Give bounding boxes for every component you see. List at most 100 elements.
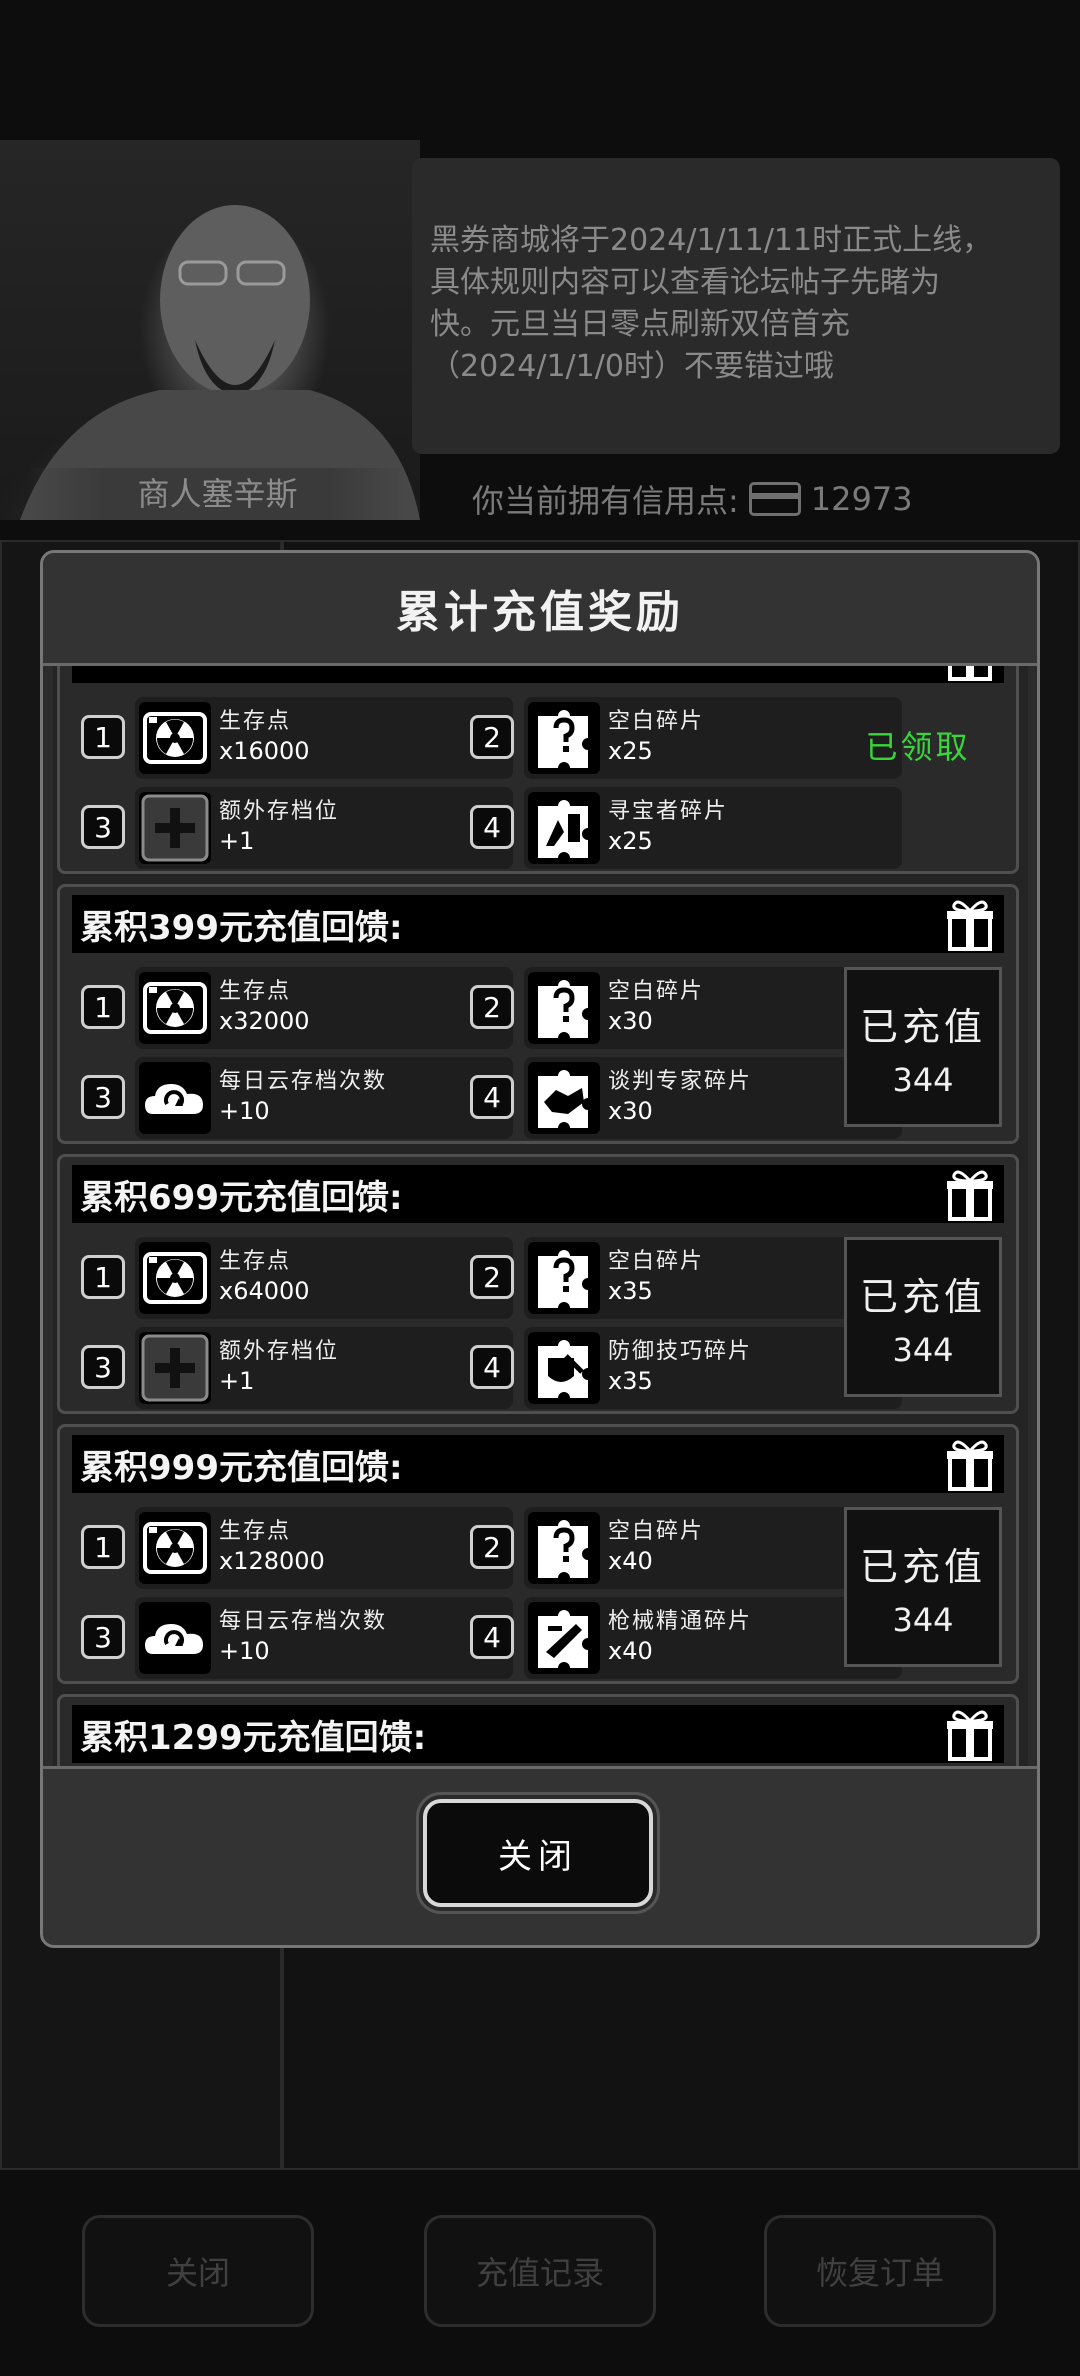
reward-quantity: x25 bbox=[608, 737, 653, 765]
reward-item[interactable]: 1 生存点 x64000 bbox=[81, 1237, 513, 1319]
reward-quantity: +10 bbox=[219, 1637, 270, 1665]
reward-name: 防御技巧碎片 bbox=[608, 1339, 753, 1364]
reward-name: 每日云存档次数 bbox=[219, 1069, 388, 1094]
reward-quantity: x128000 bbox=[219, 1547, 325, 1575]
reward-name: 空白碎片 bbox=[608, 979, 705, 1004]
reward-name: 寻宝者碎片 bbox=[608, 799, 729, 824]
close-button[interactable]: 关闭 bbox=[423, 1799, 653, 1907]
gift-icon[interactable] bbox=[944, 666, 996, 681]
reward-index-badge: 3 bbox=[81, 1345, 125, 1389]
puzzle-question-icon bbox=[528, 1242, 600, 1314]
reward-name: 额外存档位 bbox=[219, 799, 340, 824]
reward-name: 生存点 bbox=[219, 1249, 292, 1274]
modal-title: 累计充值奖励 bbox=[43, 553, 1037, 666]
recharge-history-button: 充值记录 bbox=[424, 2215, 656, 2327]
cumulative-recharge-modal: 累计充值奖励 1 生存点 x16000 2 空白碎片 x25 3 额外存档位 +1 4 寻宝者碎片 x… bbox=[40, 550, 1040, 1948]
puzzle-handshake-icon bbox=[528, 1062, 600, 1134]
reward-name: 每日云存档次数 bbox=[219, 1609, 388, 1634]
reward-quantity: x30 bbox=[608, 1097, 653, 1125]
tier-title: 累积1299元充值回馈: bbox=[72, 1705, 1004, 1763]
radiation-icon bbox=[139, 702, 211, 774]
merchant-portrait bbox=[0, 140, 420, 520]
radiation-icon bbox=[139, 1242, 211, 1314]
reward-quantity: x25 bbox=[608, 827, 653, 855]
reward-tier-list[interactable]: 1 生存点 x16000 2 空白碎片 x25 3 额外存档位 +1 4 寻宝者碎片 x25 已领取累积… bbox=[53, 666, 1028, 1766]
reward-quantity: x40 bbox=[608, 1547, 653, 1575]
reward-name: 空白碎片 bbox=[608, 1519, 705, 1544]
recharge-status-box[interactable]: 已充值 344 bbox=[844, 1507, 1002, 1667]
recharge-amount: 344 bbox=[892, 1060, 954, 1099]
reward-tier-card: 累积699元充值回馈: 1 生存点 x64000 2 空白碎片 x35 3 额外存档位 +1 4 防御… bbox=[57, 1154, 1019, 1414]
reward-item[interactable]: 4 寻宝者碎片 x25 bbox=[470, 787, 902, 869]
announcement-line: 快。元旦当日零点刷新双倍首充 bbox=[430, 307, 850, 342]
credit-value: 12973 bbox=[810, 480, 913, 518]
puzzle-gun-icon bbox=[528, 1602, 600, 1674]
reward-name: 谈判专家碎片 bbox=[608, 1069, 753, 1094]
gift-icon[interactable] bbox=[944, 1707, 996, 1761]
reward-index-badge: 1 bbox=[81, 1255, 125, 1299]
plus-slot-icon bbox=[139, 1332, 211, 1404]
cloud-sync-icon bbox=[139, 1062, 211, 1134]
recharge-status-box[interactable]: 已充值 344 bbox=[844, 967, 1002, 1127]
tier-title bbox=[72, 666, 1004, 683]
tier-title-text: 累积1299元充值回馈: bbox=[80, 1717, 427, 1758]
reward-quantity: x16000 bbox=[219, 737, 310, 765]
puzzle-shield-icon bbox=[528, 1332, 600, 1404]
announcement-line: 具体规则内容可以查看论坛帖子先睹为 bbox=[430, 265, 940, 300]
modal-footer: 关闭 bbox=[43, 1766, 1037, 1945]
announcement-box: 黑券商城将于2024/1/11/11时正式上线， 具体规则内容可以查看论坛帖子先… bbox=[412, 158, 1060, 454]
gift-icon[interactable] bbox=[944, 897, 996, 951]
merchant-face-icon bbox=[20, 205, 420, 520]
gift-icon[interactable] bbox=[944, 1437, 996, 1491]
announcement-line: 黑券商城将于2024/1/11/11时正式上线， bbox=[430, 223, 993, 258]
recharge-amount: 344 bbox=[892, 1330, 954, 1369]
reward-index-badge: 1 bbox=[81, 715, 125, 759]
reward-index-badge: 2 bbox=[470, 1525, 514, 1569]
reward-item[interactable]: 1 生存点 x32000 bbox=[81, 967, 513, 1049]
reward-item[interactable]: 3 每日云存档次数 +10 bbox=[81, 1597, 513, 1679]
reward-index-badge: 3 bbox=[81, 1075, 125, 1119]
reward-index-badge: 1 bbox=[81, 1525, 125, 1569]
reward-name: 生存点 bbox=[219, 709, 292, 734]
radiation-icon bbox=[139, 1512, 211, 1584]
credit-balance: 你当前拥有信用点: 12973 bbox=[472, 476, 913, 522]
recharge-status-box[interactable]: 已充值 344 bbox=[844, 1237, 1002, 1397]
reward-quantity: x40 bbox=[608, 1637, 653, 1665]
reward-index-badge: 2 bbox=[470, 1255, 514, 1299]
reward-index-badge: 4 bbox=[470, 1075, 514, 1119]
reward-index-badge: 3 bbox=[81, 1615, 125, 1659]
reward-index-badge: 1 bbox=[81, 985, 125, 1029]
reward-item[interactable]: 3 额外存档位 +1 bbox=[81, 1327, 513, 1409]
reward-item[interactable]: 1 生存点 x128000 bbox=[81, 1507, 513, 1589]
reward-index-badge: 2 bbox=[470, 985, 514, 1029]
gift-icon[interactable] bbox=[944, 1167, 996, 1221]
reward-index-badge: 4 bbox=[470, 1345, 514, 1389]
tier-title-text: 累积699元充值回馈: bbox=[80, 1177, 403, 1218]
merchant-name: 商人塞辛斯 bbox=[30, 468, 405, 520]
puzzle-question-icon bbox=[528, 702, 600, 774]
tier-title: 累积999元充值回馈: bbox=[72, 1435, 1004, 1493]
reward-item[interactable]: 3 每日云存档次数 +10 bbox=[81, 1057, 513, 1139]
reward-quantity: +1 bbox=[219, 827, 255, 855]
recharge-amount: 344 bbox=[892, 1600, 954, 1639]
claimed-status: 已领取 bbox=[865, 728, 971, 766]
reward-index-badge: 4 bbox=[470, 1615, 514, 1659]
reward-quantity: +10 bbox=[219, 1097, 270, 1125]
announcement-line: （2024/1/1/0时）不要错过哦 bbox=[430, 349, 834, 384]
reward-tier-card: 1 生存点 x16000 2 空白碎片 x25 3 额外存档位 +1 4 寻宝者碎片 x25 已领取 bbox=[57, 666, 1019, 874]
tier-title-text: 累积399元充值回馈: bbox=[80, 907, 403, 948]
credit-card-icon bbox=[748, 482, 801, 516]
reward-item[interactable]: 3 额外存档位 +1 bbox=[81, 787, 513, 869]
reward-name: 生存点 bbox=[219, 979, 292, 1004]
reward-quantity: x30 bbox=[608, 1007, 653, 1035]
plus-slot-icon bbox=[139, 792, 211, 864]
reward-quantity: x64000 bbox=[219, 1277, 310, 1305]
puzzle-treasure-icon bbox=[528, 792, 600, 864]
reward-name: 额外存档位 bbox=[219, 1339, 340, 1364]
restore-order-button: 恢复订单 bbox=[764, 2215, 996, 2327]
reward-index-badge: 4 bbox=[470, 805, 514, 849]
recharge-status-label: 已充值 bbox=[859, 1004, 986, 1049]
reward-quantity: x35 bbox=[608, 1277, 653, 1305]
reward-name: 空白碎片 bbox=[608, 709, 705, 734]
reward-item[interactable]: 1 生存点 x16000 bbox=[81, 697, 513, 779]
